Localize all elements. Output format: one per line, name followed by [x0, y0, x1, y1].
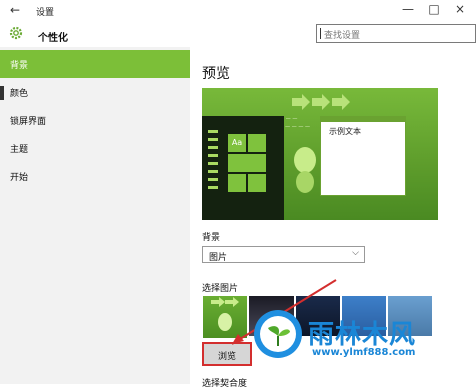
thumbnail-mascot: [211, 297, 239, 331]
preview-sample-window: 示例文本: [320, 116, 406, 196]
sidebar-item-colors[interactable]: 颜色: [0, 78, 190, 106]
watermark-logo: [254, 310, 302, 358]
leaf-icon: [260, 316, 296, 352]
start-menu-item: [208, 138, 218, 141]
sidebar-item-background[interactable]: 背景: [0, 50, 190, 78]
preview-tile: [228, 154, 266, 172]
choose-fit-label: 选择契合度: [202, 379, 248, 389]
start-menu-item: [208, 146, 218, 149]
start-menu-item: [208, 130, 218, 133]
search-input[interactable]: 查找设置: [316, 24, 476, 43]
mascot-graphic: [294, 147, 316, 193]
start-menu-item: [208, 178, 218, 181]
preview-tile: [248, 134, 266, 152]
start-menu-item: [208, 170, 218, 173]
sidebar-item-themes[interactable]: 主题: [0, 134, 190, 162]
sidebar-item-lockscreen[interactable]: 锁屏界面: [0, 106, 190, 134]
preview-start-menu: Aa: [202, 116, 284, 220]
window-title: 设置: [36, 8, 55, 18]
background-select-value: 图片: [209, 253, 228, 263]
minimize-button[interactable]: —: [400, 2, 416, 16]
background-label: 背景: [202, 233, 221, 243]
gear-icon: [9, 26, 23, 40]
close-button[interactable]: ×: [452, 2, 468, 16]
preview-heading: 预览: [202, 66, 230, 82]
browse-button[interactable]: 浏览: [202, 342, 252, 366]
start-menu-item: [208, 154, 218, 157]
watermark-title: 雨林木风: [308, 320, 417, 350]
start-menu-item: [208, 162, 218, 165]
background-select[interactable]: 图片 ⌵: [202, 246, 365, 263]
choose-picture-label: 选择图片: [202, 284, 239, 294]
page-title: 个性化: [38, 33, 68, 44]
preview-image: — — — — — — — — — — — Aa 示例文本: [202, 88, 438, 220]
preview-sample-text: 示例文本: [329, 127, 361, 136]
picture-thumbnail[interactable]: [203, 296, 247, 338]
chevron-down-icon: ⌵: [352, 248, 359, 258]
watermark-url: www.ylmf888.com: [312, 347, 416, 358]
sidebar-item-start[interactable]: 开始: [0, 162, 190, 190]
arrows-graphic: [292, 94, 350, 110]
window-edge-marker: [0, 86, 4, 100]
back-arrow-icon[interactable]: ←: [10, 3, 20, 17]
preview-window-titlebar: [321, 117, 405, 122]
preview-tile: [248, 174, 266, 192]
start-menu-item: [208, 186, 218, 189]
sidebar: 背景 颜色 锁屏界面 主题 开始: [0, 47, 190, 384]
maximize-button[interactable]: □: [426, 2, 442, 16]
title-bar: ← 设置 — □ ×: [0, 0, 476, 22]
page-header: 个性化 查找设置: [0, 22, 476, 47]
preview-tile-aa: Aa: [228, 134, 246, 152]
preview-tile: [228, 174, 246, 192]
